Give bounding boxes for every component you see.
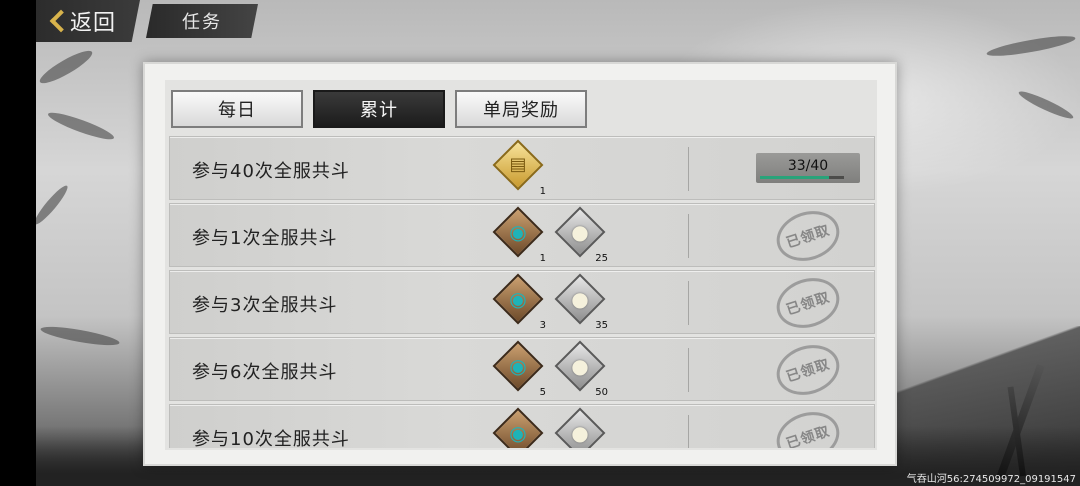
reward-item[interactable]: ◉ 3 [492,273,546,331]
task-list[interactable]: 参与40次全服共斗 ▤ 1 33/40 参与1次全服共斗 ◉ 1 ● 25 已领… [169,136,875,448]
task-label: 参与3次全服共斗 [192,295,338,316]
claimed-stamp-text: 已领取 [784,356,833,386]
task-row: 参与1次全服共斗 ◉ 1 ● 25 已领取 [169,203,875,269]
back-button[interactable]: 返回 [36,0,140,42]
row-divider [688,415,689,448]
claimed-stamp: 已领取 [770,337,846,403]
reward-item[interactable]: ● [554,407,608,448]
claimed-stamp: 已领取 [770,404,846,448]
reward-quantity: 35 [595,320,608,331]
reward-quantity: 1 [539,253,546,264]
reward-item[interactable]: ● 25 [554,206,608,264]
reward-item[interactable]: ◉ [492,407,546,448]
task-label: 参与10次全服共斗 [192,429,350,448]
reward-quantity: 25 [595,253,608,264]
claimed-stamp-text: 已领取 [784,289,833,319]
row-divider [688,281,689,325]
page-title: 任务 [182,12,222,33]
row-divider [688,348,689,392]
reward-item[interactable]: ● 50 [554,340,608,398]
row-divider [688,214,689,258]
task-progress: 33/40 [756,153,860,183]
task-label: 参与6次全服共斗 [192,362,338,383]
task-tabs: 每日 累计 单局奖励 [171,90,587,130]
claimed-stamp: 已领取 [770,203,846,269]
chevron-left-icon [48,9,64,33]
reward-item[interactable]: ◉ 1 [492,206,546,264]
task-panel: 每日 累计 单局奖励 参与40次全服共斗 ▤ 1 33/40 参与1次全服共斗 [143,62,897,466]
progress-track [760,176,844,179]
task-row: 参与3次全服共斗 ◉ 3 ● 35 已领取 [169,270,875,336]
tab-daily[interactable]: 每日 [171,90,303,128]
reward-item[interactable]: ◉ 5 [492,340,546,398]
reward-quantity: 5 [539,387,546,398]
reward-item[interactable]: ● 35 [554,273,608,331]
reward-quantity: 50 [595,387,608,398]
claimed-stamp-text: 已领取 [784,222,833,252]
progress-fill [760,176,830,179]
player-watermark: 气吞山河56:274509972_09191547 [906,474,1076,485]
tab-match-reward[interactable]: 单局奖励 [455,90,587,128]
screen-edge-bar [0,0,36,486]
tab-cumulative[interactable]: 累计 [313,90,445,128]
reward-quantity: 1 [539,186,546,197]
reward-quantity: 3 [539,320,546,331]
task-row: 参与40次全服共斗 ▤ 1 33/40 [169,136,875,200]
back-label: 返回 [70,11,117,36]
claimed-stamp: 已领取 [770,270,846,336]
reward-item[interactable]: ▤ 1 [492,139,546,197]
task-row: 参与6次全服共斗 ◉ 5 ● 50 已领取 [169,337,875,403]
page-title-tab: 任务 [146,4,258,38]
row-divider [688,147,689,191]
task-row: 参与10次全服共斗 ◉ ● 已领取 [169,404,875,448]
progress-text: 33/40 [787,158,829,174]
task-label: 参与40次全服共斗 [192,161,350,182]
task-label: 参与1次全服共斗 [192,228,338,249]
claimed-stamp-text: 已领取 [784,423,833,448]
